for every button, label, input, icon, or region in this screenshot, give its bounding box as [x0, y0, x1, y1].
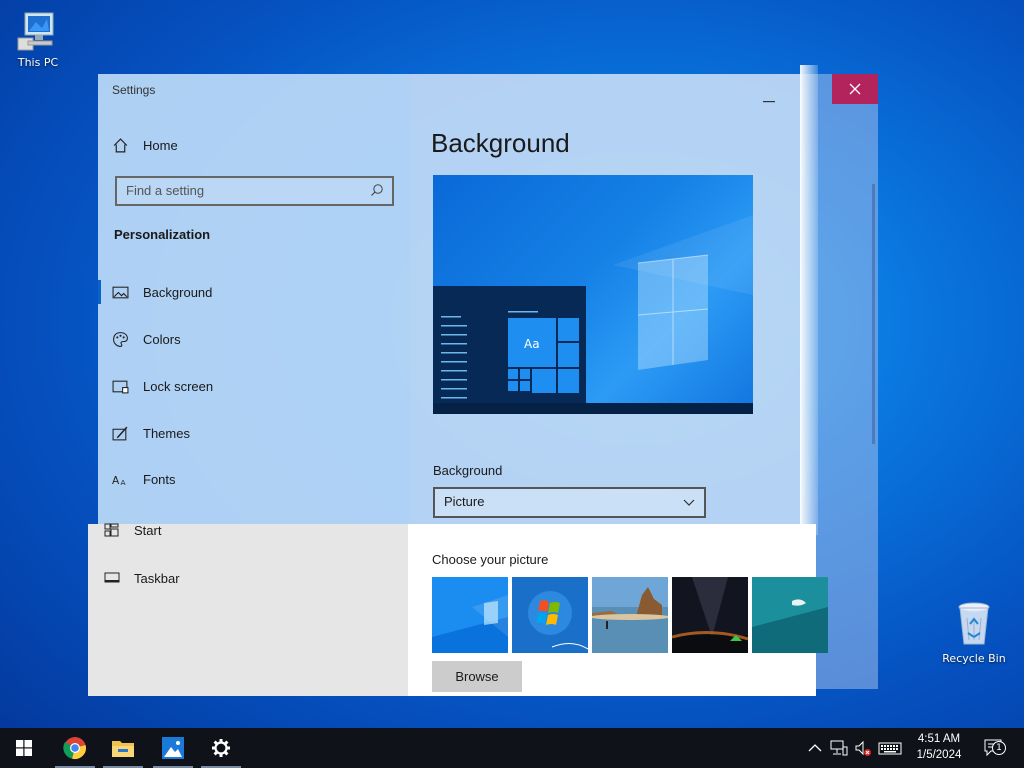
taskbar-icon [104, 572, 120, 583]
sidebar-item-label: Start [134, 522, 162, 538]
desktop-icon-label: This PC [17, 56, 59, 69]
settings-window: Settings Home Find a setting Personaliza… [98, 74, 801, 524]
fonts-icon: AA [112, 473, 127, 486]
svg-text:A: A [112, 473, 120, 486]
minimize-icon [763, 101, 775, 103]
notification-count-badge: 1 [992, 741, 1006, 755]
sidebar-item-colors[interactable]: Colors [112, 328, 181, 350]
file-explorer-icon [112, 741, 134, 757]
desktop-icon-label: Recycle Bin [942, 652, 1006, 665]
window-minimize-button[interactable] [763, 88, 775, 103]
lock-screen-icon [112, 380, 129, 393]
sidebar-item-themes[interactable]: Themes [112, 422, 190, 444]
sidebar-item-home[interactable]: Home [112, 134, 178, 156]
system-clock[interactable]: 4:51 AM 1/5/2024 [906, 731, 972, 763]
taskbar: 4:51 AM 1/5/2024 1 [0, 728, 1024, 768]
search-icon [371, 184, 383, 196]
sidebar-item-fonts[interactable]: AA Fonts [112, 468, 176, 490]
picture-thumbnail-2[interactable] [512, 577, 588, 653]
background-preview: Aa [433, 175, 753, 414]
browse-button[interactable]: Browse [432, 661, 522, 692]
sidebar-item-start[interactable]: Start [104, 520, 161, 540]
window-title: Settings [112, 83, 156, 97]
night-sky-wallpaper-thumb [672, 577, 748, 653]
page-title: Background [431, 128, 570, 158]
settings-window-lower: Start Taskbar Choose your picture Browse [88, 523, 828, 696]
preview-wallpaper: Aa [433, 215, 753, 414]
sidebar-item-taskbar[interactable]: Taskbar [104, 568, 180, 588]
sidebar-item-label: Fonts [143, 471, 176, 487]
chevron-up-icon[interactable] [806, 739, 824, 757]
sidebar-section-title: Personalization [114, 227, 211, 242]
windows10-wallpaper-thumb [432, 577, 508, 653]
keyboard-icon[interactable] [878, 739, 902, 757]
computer-icon [17, 12, 54, 51]
window-close-button[interactable] [832, 74, 878, 104]
sidebar-item-background[interactable]: Background [112, 281, 212, 303]
picture-thumbnail-3[interactable] [592, 577, 668, 653]
picture-thumbnail-4[interactable] [672, 577, 748, 653]
home-icon [113, 137, 128, 152]
scrollbar[interactable] [872, 184, 875, 444]
picture-thumbnail-5[interactable] [752, 577, 828, 653]
dropdown-value: Picture [444, 494, 485, 509]
sidebar-item-label: Lock screen [143, 378, 214, 394]
chevron-down-icon [683, 499, 695, 506]
taskbar-chrome[interactable] [51, 728, 99, 768]
clock-time: 4:51 AM [917, 733, 961, 745]
desktop-icon-this-pc[interactable]: This PC [6, 10, 70, 69]
preview-sample-text: Aa [524, 337, 540, 351]
search-input[interactable]: Find a setting [115, 176, 394, 206]
start-button[interactable] [0, 728, 48, 768]
close-icon [849, 83, 861, 95]
background-type-dropdown[interactable]: Picture [433, 487, 706, 518]
sidebar-item-label: Taskbar [134, 570, 180, 586]
picture-icon [112, 286, 129, 298]
svg-text:A: A [121, 477, 127, 486]
windows-start-icon [16, 740, 32, 756]
sidebar-item-label: Background [143, 284, 213, 300]
choose-picture-label: Choose your picture [432, 552, 549, 567]
start-menu-icon [104, 523, 119, 537]
taskbar-file-explorer[interactable] [99, 728, 147, 768]
photos-icon [162, 737, 184, 759]
background-type-label: Background [433, 463, 503, 478]
taskbar-settings[interactable] [197, 728, 245, 768]
recycle-bin-icon [958, 602, 990, 645]
network-icon[interactable] [830, 739, 848, 757]
settings-icon [212, 739, 230, 757]
desktop-icon-recycle-bin[interactable]: Recycle Bin [942, 600, 1006, 665]
sidebar-item-label: Themes [143, 425, 190, 441]
sidebar-item-label: Home [143, 137, 178, 153]
windows7-wallpaper-thumb [512, 577, 588, 653]
chrome-icon [63, 737, 86, 759]
beach-wallpaper-thumb [592, 577, 668, 653]
sidebar-item-lock-screen[interactable]: Lock screen [112, 375, 213, 397]
palette-icon [113, 331, 128, 347]
volume-muted-icon[interactable] [854, 739, 872, 757]
sidebar-item-label: Colors [143, 331, 181, 347]
clock-date: 1/5/2024 [916, 749, 962, 761]
selected-indicator [98, 280, 101, 304]
settings-sidebar-lower [88, 524, 408, 696]
themes-icon [112, 426, 128, 440]
taskbar-photos[interactable] [149, 728, 197, 768]
search-placeholder: Find a setting [126, 183, 205, 198]
picture-thumbnail-1[interactable] [432, 577, 508, 653]
window-edge-glare [800, 65, 818, 535]
underwater-wallpaper-thumb [752, 577, 828, 653]
